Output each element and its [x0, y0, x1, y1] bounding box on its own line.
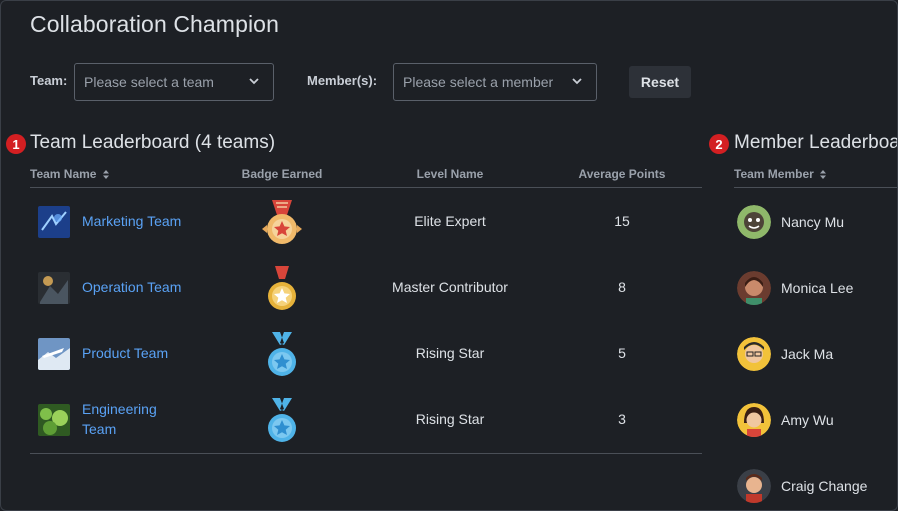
table-row: Operation Team Master Contributor 8 — [30, 255, 702, 321]
badge-column-header: Badge Earned — [241, 167, 323, 181]
member-name: Jack Ma — [781, 346, 834, 362]
team-member-header-label: Team Member — [734, 167, 814, 181]
section-marker-1: 1 — [6, 134, 26, 154]
rising-star-medal-icon — [268, 398, 296, 442]
member-name: Nancy Mu — [781, 214, 845, 230]
member-select[interactable]: Please select a member — [393, 63, 597, 101]
master-contributor-medal-icon — [268, 266, 296, 310]
team-name-header-label: Team Name — [30, 167, 97, 181]
level-name: Rising Star — [415, 345, 485, 361]
average-points: 5 — [618, 345, 626, 361]
section-marker-2: 2 — [709, 134, 729, 154]
elite-expert-medal-icon — [262, 200, 302, 244]
table-row: Marketing Team Elite Expert 15 — [30, 189, 702, 255]
average-points: 3 — [618, 411, 626, 427]
team-filter-label: Team: — [30, 73, 68, 88]
points-column-header: Average Points — [578, 167, 666, 181]
team-select-placeholder: Please select a team — [84, 74, 214, 90]
team-link[interactable]: Operation Team — [82, 277, 181, 297]
team-member-column-header[interactable]: Team Member — [734, 167, 827, 181]
member-list-item: Amy Wu — [737, 387, 897, 453]
member-list-item: Craig Change — [737, 453, 897, 510]
level-name: Master Contributor — [392, 279, 508, 295]
table-row: Engineering Team Rising Star 3 — [30, 387, 702, 453]
page-title: Collaboration Champion — [30, 11, 279, 37]
team-leaderboard-title: Team Leaderboard (4 teams) — [30, 132, 276, 153]
member-list-item: Nancy Mu — [737, 189, 897, 255]
level-name: Rising Star — [415, 411, 485, 427]
team-link-line-1: Engineering — [82, 401, 157, 417]
header-divider — [30, 187, 702, 188]
avatar — [737, 337, 771, 371]
team-select[interactable]: Please select a team — [74, 63, 274, 101]
team-name-column-header[interactable]: Team Name — [30, 167, 109, 181]
member-select-placeholder: Please select a member — [403, 74, 554, 90]
rising-star-medal-icon — [268, 332, 296, 376]
team-image — [38, 404, 70, 436]
member-name: Monica Lee — [781, 280, 854, 296]
app-window: Collaboration Champion Team: Please sele… — [0, 0, 898, 511]
sort-icon[interactable] — [102, 170, 109, 180]
sort-icon[interactable] — [820, 170, 827, 180]
table-row: Product Team Rising Star 5 — [30, 321, 702, 387]
team-image — [38, 272, 70, 304]
table-bottom-divider — [30, 453, 702, 454]
member-filter-label: Member(s): — [307, 73, 378, 88]
level-name: Elite Expert — [414, 213, 486, 229]
member-list-item: Monica Lee — [737, 255, 897, 321]
member-name: Craig Change — [781, 478, 868, 494]
avatar — [737, 205, 771, 239]
avatar — [737, 469, 771, 503]
member-header-divider — [734, 187, 897, 188]
team-link[interactable]: Engineering Team — [82, 399, 157, 439]
average-points: 15 — [614, 213, 630, 229]
level-column-header: Level Name — [416, 167, 484, 181]
member-leaderboard-title: Member Leaderboard — [734, 132, 897, 153]
team-link[interactable]: Marketing Team — [82, 211, 181, 231]
team-image — [38, 338, 70, 370]
team-link-line-2: Team — [82, 421, 117, 437]
chevron-down-icon — [249, 78, 259, 85]
chevron-down-icon — [572, 78, 582, 85]
team-image — [38, 206, 70, 238]
avatar — [737, 271, 771, 305]
member-name: Amy Wu — [781, 412, 834, 428]
average-points: 8 — [618, 279, 626, 295]
reset-button[interactable]: Reset — [629, 66, 691, 98]
member-list-item: Jack Ma — [737, 321, 897, 387]
team-link[interactable]: Product Team — [82, 343, 168, 363]
avatar — [737, 403, 771, 437]
